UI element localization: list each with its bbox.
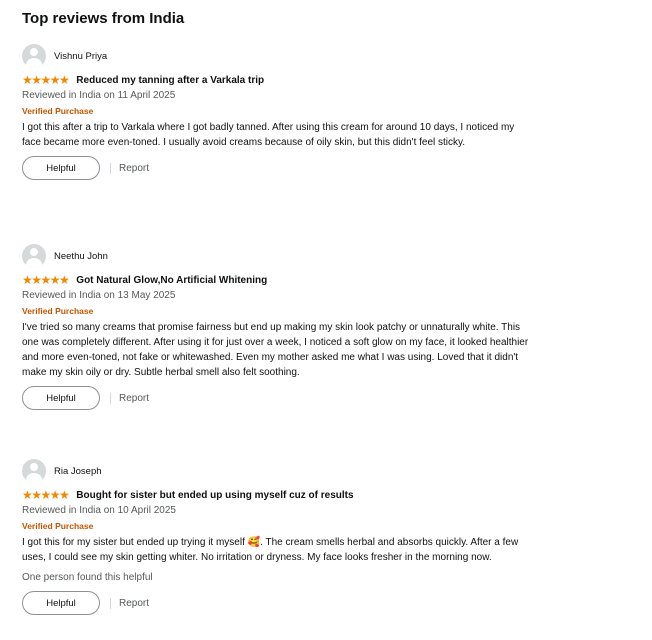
review-headline: Got Natural Glow,No Artificial Whitening xyxy=(76,274,268,286)
divider xyxy=(110,392,111,404)
review-actions: Helpful Report xyxy=(22,156,542,180)
divider xyxy=(110,597,111,609)
review-actions: Helpful Report xyxy=(22,591,542,615)
review-headline: Reduced my tanning after a Varkala trip xyxy=(76,74,265,86)
report-link[interactable]: Report xyxy=(119,163,149,174)
star-rating-icon: ★★★★★ xyxy=(22,273,70,287)
review-card: Neethu John ★★★★★ Got Natural Glow,No Ar… xyxy=(22,244,542,410)
reviewer-profile[interactable]: Neethu John xyxy=(22,244,542,268)
review-card: Vishnu Priya ★★★★★ Reduced my tanning af… xyxy=(22,44,542,180)
review-headline-row[interactable]: ★★★★★ Reduced my tanning after a Varkala… xyxy=(22,73,542,87)
avatar xyxy=(22,459,46,483)
reviewer-name: Neethu John xyxy=(54,250,108,262)
verified-purchase-badge: Verified Purchase xyxy=(22,106,94,116)
report-link[interactable]: Report xyxy=(119,598,149,609)
verified-purchase-badge: Verified Purchase xyxy=(22,306,94,316)
reviewer-profile[interactable]: Ria Joseph xyxy=(22,459,542,483)
divider xyxy=(110,162,111,174)
avatar xyxy=(22,44,46,68)
review-actions: Helpful Report xyxy=(22,386,542,410)
report-link[interactable]: Report xyxy=(119,393,149,404)
review-body: I got this for my sister but ended up tr… xyxy=(22,537,519,563)
review-headline-row[interactable]: ★★★★★ Got Natural Glow,No Artificial Whi… xyxy=(22,273,542,287)
star-rating-icon: ★★★★★ xyxy=(22,73,70,87)
helpful-button[interactable]: Helpful xyxy=(22,591,100,615)
avatar xyxy=(22,244,46,268)
verified-purchase-badge: Verified Purchase xyxy=(22,521,94,531)
review-date: Reviewed in India on 13 May 2025 xyxy=(22,290,176,301)
helpful-button[interactable]: Helpful xyxy=(22,386,100,410)
reviewer-name: Ria Joseph xyxy=(54,465,102,477)
helpful-count: One person found this helpful xyxy=(22,572,153,583)
section-title: Top reviews from India xyxy=(22,10,185,27)
review-headline-row[interactable]: ★★★★★ Bought for sister but ended up usi… xyxy=(22,488,542,502)
reviewer-name: Vishnu Priya xyxy=(54,50,108,62)
review-card: Ria Joseph ★★★★★ Bought for sister but e… xyxy=(22,459,542,615)
review-body: I got this after a trip to Varkala where… xyxy=(22,122,515,148)
review-date: Reviewed in India on 11 April 2025 xyxy=(22,90,176,101)
review-headline: Bought for sister but ended up using mys… xyxy=(76,489,354,501)
star-rating-icon: ★★★★★ xyxy=(22,488,70,502)
review-body: I've tried so many creams that promise f… xyxy=(22,322,529,378)
reviewer-profile[interactable]: Vishnu Priya xyxy=(22,44,542,68)
helpful-button[interactable]: Helpful xyxy=(22,156,100,180)
review-date: Reviewed in India on 10 April 2025 xyxy=(22,505,176,516)
